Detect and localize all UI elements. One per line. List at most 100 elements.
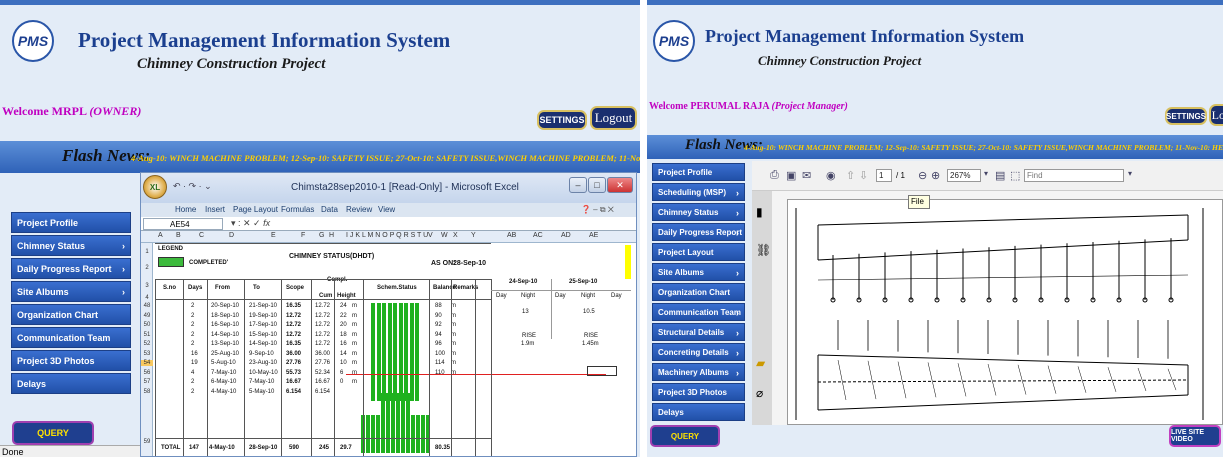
cell-to: 17-Sep-10: [249, 322, 278, 328]
formula-buttons[interactable]: ▾ : ✕ ✓ fx: [231, 218, 270, 229]
section-hatch: [1167, 368, 1177, 391]
sidebar-item-project-profile[interactable]: Project Profile: [652, 163, 745, 181]
pages-icon[interactable]: ▮: [756, 205, 763, 219]
sidebar-item-machinery-albums[interactable]: Machinery Albums ›: [652, 363, 745, 381]
column-header[interactable]: AD: [561, 232, 571, 239]
maximize-button[interactable]: □: [588, 177, 606, 193]
column-header[interactable]: Y: [471, 232, 476, 239]
sidebar-item-chimney-status[interactable]: Chimney Status ›: [11, 235, 131, 256]
sidebar-item-project-layout[interactable]: Project Layout: [652, 243, 745, 261]
cell-days: 19: [191, 360, 198, 366]
office-button[interactable]: XL: [143, 175, 167, 199]
column-header[interactable]: A: [158, 232, 163, 239]
ribbon-tab-formulas[interactable]: Formulas: [281, 205, 314, 214]
sidebar-item-communication-team[interactable]: Communication Team: [11, 327, 131, 348]
column-header[interactable]: V: [428, 232, 433, 239]
query-button[interactable]: QUERY: [12, 421, 94, 445]
column-header[interactable]: B: [176, 232, 181, 239]
sidebar-menu: Project Profile Chimney Status › Daily Prog…: [11, 212, 131, 396]
print-icon[interactable]: ⎙: [770, 169, 779, 182]
file-tooltip: File: [908, 195, 930, 209]
column-header[interactable]: H: [329, 232, 334, 239]
zoom-input[interactable]: 267%: [947, 169, 981, 182]
grid-line: [491, 290, 631, 291]
attachments-icon[interactable]: ⛓: [756, 243, 771, 257]
minimize-button[interactable]: –: [569, 177, 587, 193]
sidebar-item-scheduling-msp-[interactable]: Scheduling (MSP) ›: [652, 183, 745, 201]
column-header[interactable]: AC: [533, 232, 543, 239]
sidebar-item-delays[interactable]: Delays: [652, 403, 745, 421]
ribbon-tab-review[interactable]: Review: [346, 205, 372, 214]
save-icon[interactable]: ▣: [786, 169, 796, 182]
column-header[interactable]: C: [199, 232, 204, 239]
ribbon-tab-view[interactable]: View: [378, 205, 395, 214]
ribbon-tab-page-layout[interactable]: Page Layout: [233, 205, 278, 214]
globe-icon[interactable]: ◉: [826, 169, 836, 182]
sidebar-item-label: Scheduling (MSP): [658, 188, 726, 197]
share-icon[interactable]: ✉: [802, 169, 811, 182]
prev-page-icon[interactable]: ⇧: [846, 169, 855, 182]
progress-bar-segment: [409, 303, 414, 401]
zoom-in-icon[interactable]: ⊕: [931, 169, 940, 182]
help-icon[interactable]: ❓ – ⧉ ✕: [581, 205, 614, 215]
find-dropdown-icon[interactable]: ▾: [1128, 169, 1132, 178]
pms-logo: PMS: [12, 20, 54, 62]
row-number: 49: [143, 312, 151, 319]
column-header[interactable]: AE: [589, 232, 598, 239]
close-button[interactable]: ✕: [607, 177, 633, 193]
logout-button[interactable]: Logout: [590, 106, 637, 130]
sidebar-item-structural-details[interactable]: Structural Details ›: [652, 323, 745, 341]
column-header[interactable]: G: [319, 232, 324, 239]
cell-to: 15-Sep-10: [249, 331, 278, 338]
column-header[interactable]: F: [301, 232, 305, 239]
sidebar-item-organization-chart[interactable]: Organization Chart: [11, 304, 131, 325]
sidebar-item-daily-progress-report[interactable]: Daily Progress Report ›: [11, 258, 131, 279]
sidebar-item-project-profile[interactable]: Project Profile: [11, 212, 131, 233]
sidebar-item-concreting-details[interactable]: Concreting Details ›: [652, 343, 745, 361]
sidebar-item-site-albums[interactable]: Site Albums ›: [11, 281, 131, 302]
column-header[interactable]: W: [441, 232, 448, 239]
page-number-input[interactable]: 1: [876, 169, 892, 182]
zoom-out-icon[interactable]: ⊖: [918, 169, 927, 182]
next-page-icon[interactable]: ⇩: [859, 169, 868, 182]
sidebar-item-site-albums[interactable]: Site Albums ›: [652, 263, 745, 281]
cell-days: 2: [191, 303, 195, 309]
name-box[interactable]: AE54: [143, 218, 223, 230]
logout-button[interactable]: Logout: [1209, 104, 1223, 126]
ribbon-tab-data[interactable]: Data: [321, 205, 338, 214]
column-header[interactable]: AB: [507, 232, 516, 239]
zoom-dropdown-icon[interactable]: ▾: [984, 169, 988, 178]
sidebar-item-project-3d-photos[interactable]: Project 3D Photos: [652, 383, 745, 401]
paperclip-icon[interactable]: ⌀: [756, 386, 763, 400]
comments-icon[interactable]: ▰: [756, 356, 765, 370]
settings-button[interactable]: SETTINGS: [1165, 107, 1207, 125]
ribbon-tab-home[interactable]: Home: [175, 205, 196, 214]
quick-access-toolbar[interactable]: ↶ · ↷ · ⌄: [173, 181, 212, 192]
column-header[interactable]: I J K L M N O P Q R S T U: [346, 232, 428, 239]
fit-page-icon[interactable]: ▤: [995, 169, 1005, 182]
sidebar-item-project-3d-photos[interactable]: Project 3D Photos: [11, 350, 131, 371]
grid-line: [207, 279, 208, 456]
fit-width-icon[interactable]: ⬚: [1010, 169, 1020, 182]
cell-cum: 36.00: [315, 350, 331, 357]
sidebar-item-delays[interactable]: Delays: [11, 373, 131, 394]
grid-line: [551, 279, 552, 339]
column-header[interactable]: D: [229, 232, 234, 239]
cell-height: 10: [340, 360, 347, 366]
live-site-video-button[interactable]: LIVE SITE VIDEO: [1169, 425, 1221, 447]
column-header[interactable]: X: [453, 232, 458, 239]
query-button[interactable]: QUERY: [650, 425, 720, 447]
worksheet-grid[interactable]: 1 2 3 4 LEGEND COMPLETED' CHIMNEY STATUS(DHDT)…: [141, 243, 636, 456]
cell-from: 25-Aug-10: [211, 350, 240, 357]
cell-to: 7-May-10: [249, 379, 275, 385]
sidebar-item-communication-team[interactable]: Communication Team ›: [652, 303, 745, 321]
row-number: 52: [143, 341, 151, 347]
settings-button[interactable]: SETTINGS: [537, 110, 587, 130]
sidebar-item-organization-chart[interactable]: Organization Chart: [652, 283, 745, 301]
ribbon-tab-insert[interactable]: Insert: [205, 205, 225, 214]
grid-line: [155, 279, 156, 456]
sidebar-item-daily-progress-report[interactable]: Daily Progress Report ›: [652, 223, 745, 241]
find-input[interactable]: Find: [1024, 169, 1124, 182]
column-header[interactable]: E: [271, 232, 276, 239]
sidebar-item-chimney-status[interactable]: Chimney Status ›: [652, 203, 745, 221]
